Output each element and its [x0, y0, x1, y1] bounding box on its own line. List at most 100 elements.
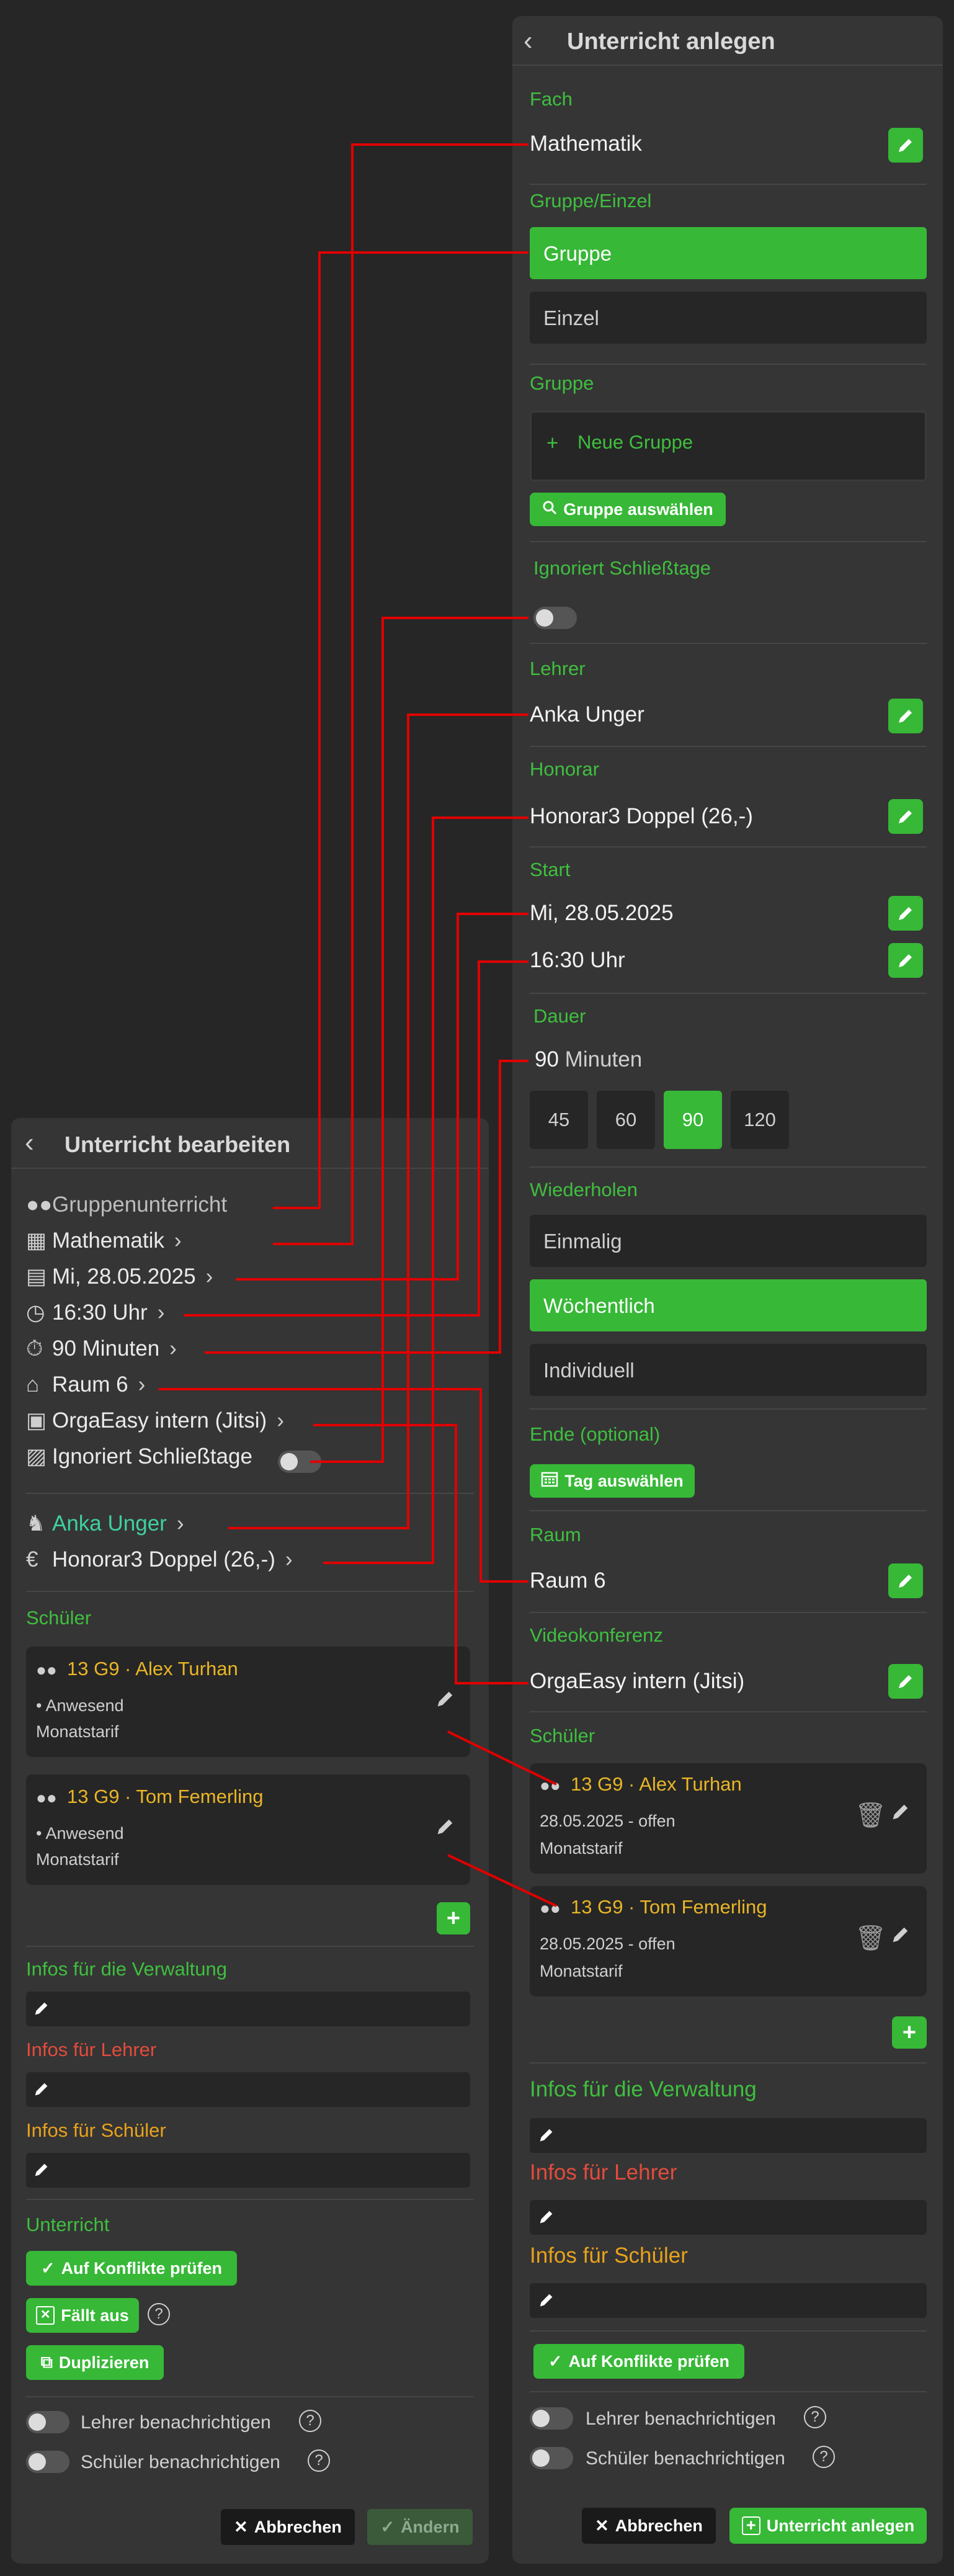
panel-title: Unterricht bearbeiten — [65, 1132, 291, 1157]
summary-type: ●●Gruppenunterricht — [26, 1192, 228, 1217]
infos-verwaltung-field[interactable] — [530, 2118, 927, 2153]
trash-icon[interactable]: 🗑 — [855, 1923, 886, 1952]
pencil-icon — [32, 1999, 51, 2021]
edit-honorar-pencil-icon[interactable] — [888, 799, 923, 834]
check-conflicts-button[interactable]: ✓ Auf Konflikte prüfen — [26, 2251, 237, 2286]
summary-duration[interactable]: ⏱ 90 Minuten › — [26, 1336, 177, 1361]
check-conflicts-button[interactable]: ✓ Auf Konflikte prüfen — [533, 2344, 744, 2379]
check-conflicts-text: Auf Konflikte prüfen — [568, 2351, 730, 2371]
option-einzel-text: Einzel — [543, 306, 599, 329]
summary-teacher[interactable]: ♞ Anka Unger › — [26, 1511, 184, 1536]
student-card[interactable]: ●● 13 G9 · Alex Turhan • Anwesend Monats… — [26, 1647, 470, 1757]
student-status: • Anwesend — [36, 1696, 124, 1715]
start-time-value: 16:30 Uhr — [530, 948, 625, 972]
video-icon: ▣ — [26, 1408, 47, 1433]
student-tariff: Monatstarif — [540, 1839, 623, 1858]
duplicate-text: Duplizieren — [58, 2353, 149, 2372]
infos-lehrer-field[interactable] — [530, 2200, 927, 2235]
calendar-icon — [541, 1471, 558, 1491]
chevron-right-icon: › — [277, 1408, 284, 1433]
duration-option-45[interactable]: 45 — [530, 1091, 588, 1149]
help-icon[interactable]: ? — [299, 2410, 321, 2432]
pencil-icon[interactable] — [434, 1688, 457, 1713]
unterricht-label: Unterricht — [26, 2214, 110, 2235]
edit-time-pencil-icon[interactable] — [888, 943, 923, 978]
duration-option-90[interactable]: 90 — [664, 1091, 722, 1149]
option-gruppe-text: Gruppe — [543, 242, 612, 265]
infos-lehrer-field[interactable] — [26, 2072, 470, 2107]
summary-closing-days: ▨ Ignoriert Schließtage — [26, 1444, 252, 1469]
connector-fach — [273, 143, 528, 1245]
duplicate-button[interactable]: ⧉ Duplizieren — [26, 2345, 164, 2380]
edit-raum-pencil-icon[interactable] — [888, 1563, 923, 1598]
option-gruppe-button[interactable]: Gruppe — [530, 227, 927, 279]
student-card[interactable]: ●● 13 G9 · Tom Femerling 28.05.2025 - of… — [530, 1886, 927, 1997]
notify-teacher-toggle[interactable] — [530, 2407, 573, 2430]
select-day-button[interactable]: Tag auswählen — [530, 1464, 695, 1498]
cancel-button[interactable]: ✕ Abbrechen — [221, 2509, 355, 2545]
infos-schueler-label: Infos für Schüler — [530, 2243, 688, 2268]
pencil-icon[interactable] — [434, 1815, 457, 1841]
cancel-button[interactable]: ✕ Abbrechen — [582, 2508, 716, 2544]
group-icon: ●● — [26, 1192, 53, 1217]
student-card[interactable]: ●● 13 G9 · Tom Femerling • Anwesend Mona… — [26, 1774, 470, 1885]
closing-days-toggle[interactable] — [278, 1451, 321, 1473]
edit-date-pencil-icon[interactable] — [888, 896, 923, 931]
help-icon[interactable]: ? — [308, 2449, 330, 2472]
duration-option-60[interactable]: 60 — [597, 1091, 655, 1149]
close-icon: ✕ — [595, 2516, 609, 2535]
pencil-icon[interactable] — [889, 1800, 912, 1826]
back-chevron-left-icon[interactable]: ‹ — [524, 27, 533, 55]
repeat-woechentlich-button[interactable]: Wöchentlich — [530, 1279, 927, 1331]
building-blocks-icon: ▦ — [26, 1228, 47, 1253]
cancelled-text: Fällt aus — [61, 2305, 129, 2325]
lock-icon: ▨ — [26, 1444, 47, 1469]
edit-lehrer-pencil-icon[interactable] — [888, 699, 923, 733]
cancel-text: Abbrechen — [254, 2517, 342, 2536]
student-name: 13 G9 · Alex Turhan — [67, 1658, 238, 1679]
new-group-button[interactable]: + Neue Gruppe — [530, 411, 927, 481]
calendar-icon: ▤ — [26, 1264, 47, 1289]
add-student-plus-icon[interactable]: + — [437, 1902, 470, 1934]
add-student-plus-icon[interactable]: + — [892, 2016, 927, 2049]
back-chevron-left-icon[interactable]: ‹ — [25, 1129, 34, 1156]
infos-verwaltung-field[interactable] — [26, 1992, 470, 2026]
notify-students-toggle[interactable] — [26, 2451, 69, 2473]
repeat-woechentlich-text: Wöchentlich — [543, 1294, 655, 1317]
create-lesson-panel: ‹ Unterricht anlegen Fach Mathematik Gru… — [512, 16, 943, 2564]
summary-video[interactable]: ▣ OrgaEasy intern (Jitsi) › — [26, 1408, 284, 1433]
pencil-icon[interactable] — [889, 1923, 912, 1949]
summary-room[interactable]: ⌂ Raum 6 › — [26, 1372, 145, 1397]
chevron-right-icon: › — [157, 1300, 165, 1325]
schliesstage-toggle[interactable] — [533, 607, 577, 629]
create-lesson-button[interactable]: + Unterricht anlegen — [729, 2508, 927, 2544]
student-card[interactable]: ●● 13 G9 · Alex Turhan 28.05.2025 - offe… — [530, 1763, 927, 1874]
infos-schueler-field[interactable] — [26, 2153, 470, 2188]
edit-video-pencil-icon[interactable] — [888, 1664, 923, 1699]
help-icon[interactable]: ? — [148, 2303, 170, 2325]
notify-students-toggle[interactable] — [530, 2447, 573, 2469]
notify-teacher-toggle[interactable] — [26, 2411, 69, 2433]
option-einzel-button[interactable]: Einzel — [530, 292, 927, 344]
repeat-einmalig-button[interactable]: Einmalig — [530, 1215, 927, 1267]
infos-schueler-field[interactable] — [530, 2283, 927, 2318]
help-icon[interactable]: ? — [813, 2446, 835, 2468]
help-icon[interactable]: ? — [804, 2406, 826, 2428]
summary-date[interactable]: ▤ Mi, 28.05.2025 › — [26, 1264, 213, 1289]
select-group-button[interactable]: Gruppe auswählen — [530, 493, 726, 526]
pencil-icon — [537, 2207, 556, 2229]
edit-fach-pencil-icon[interactable] — [888, 128, 923, 163]
repeat-individuell-button[interactable]: Individuell — [530, 1344, 927, 1396]
create-lesson-text: Unterricht anlegen — [766, 2516, 915, 2535]
change-button[interactable]: ✓ Ändern — [367, 2509, 473, 2545]
edit-lesson-panel: ‹ Unterricht bearbeiten ●●Gruppenunterri… — [11, 1118, 489, 2564]
trash-icon[interactable]: 🗑 — [855, 1800, 886, 1830]
cancel-text: Abbrechen — [615, 2516, 703, 2535]
copy-icon: ⧉ — [40, 2353, 53, 2371]
cancelled-button[interactable]: ✕ Fällt aus — [26, 2298, 139, 2333]
summary-time[interactable]: ◷ 16:30 Uhr › — [26, 1300, 164, 1325]
summary-fee[interactable]: € Honorar3 Doppel (26,-) › — [26, 1547, 293, 1572]
summary-subject[interactable]: ▦ Mathematik › — [26, 1228, 182, 1253]
chevron-right-icon: › — [285, 1547, 293, 1572]
duration-option-120[interactable]: 120 — [731, 1091, 789, 1149]
